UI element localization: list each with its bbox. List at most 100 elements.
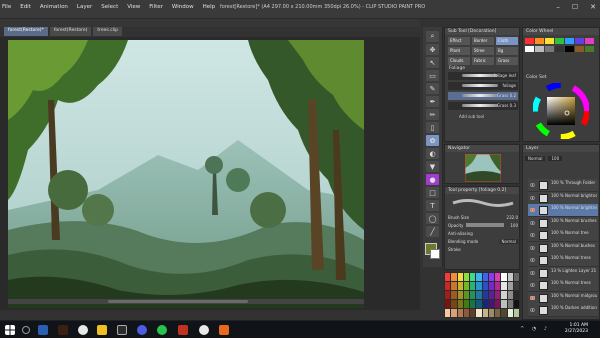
blending-mode-row[interactable]: Blending mode Normal	[445, 237, 521, 245]
balloon-tool-icon[interactable]: ◯	[426, 213, 439, 224]
illustrator-icon[interactable]	[58, 325, 68, 335]
color-swatch[interactable]	[470, 309, 476, 317]
color-swatch[interactable]	[501, 291, 507, 299]
close-button[interactable]: ✕	[590, 3, 596, 11]
task-view-icon[interactable]	[38, 325, 48, 335]
eye-icon[interactable]	[530, 233, 535, 237]
maximize-button[interactable]: ☐	[572, 3, 578, 11]
layer-row[interactable]: 13 % Lighten Layer 21	[528, 266, 598, 280]
layer-opacity-value[interactable]: 100	[548, 155, 563, 161]
selection-tool-icon[interactable]: ▭	[426, 70, 439, 81]
layer-blend-mode-select[interactable]: Normal	[525, 155, 546, 161]
brush-item[interactable]: Grass 0.3	[448, 102, 518, 110]
chrome-icon-2[interactable]	[199, 325, 209, 335]
color-swatch[interactable]	[507, 291, 513, 299]
color-swatch[interactable]	[488, 309, 494, 317]
color-swatch[interactable]	[457, 273, 463, 281]
color-swatch[interactable]	[476, 300, 482, 308]
minimize-button[interactable]: –	[556, 3, 560, 11]
color-swatch[interactable]	[470, 291, 476, 299]
color-swatch[interactable]	[451, 309, 457, 317]
color-swatch[interactable]	[457, 282, 463, 290]
menu-filter[interactable]: Filter	[149, 4, 163, 10]
gradient-tool-icon[interactable]: ●	[426, 174, 439, 185]
eye-icon[interactable]	[530, 208, 535, 212]
canvas[interactable]	[8, 40, 364, 308]
text-tool-icon[interactable]: T	[426, 200, 439, 211]
subtool-group-stree[interactable]: Stree	[472, 47, 494, 55]
clock[interactable]: 1:01 AM 2/27/2023	[565, 323, 588, 335]
blend-tool-icon[interactable]: ◐	[426, 148, 439, 159]
color-swatch[interactable]	[445, 300, 451, 308]
layer-row[interactable]: 100 % Darken additional bushes	[528, 304, 598, 317]
layer-row[interactable]: 100 % Normal trees	[528, 279, 598, 292]
brush-item[interactable]: foliage	[448, 82, 518, 90]
color-swatch[interactable]	[513, 291, 519, 299]
subtool-group-border[interactable]: Border	[472, 37, 494, 45]
color-swatch[interactable]	[495, 300, 501, 308]
eye-icon[interactable]	[530, 308, 535, 312]
layer-row[interactable]: 100 % Through Folder 1	[528, 179, 598, 192]
brush-item[interactable]: Grass 0.2	[448, 92, 518, 100]
file-explorer-icon[interactable]	[97, 325, 107, 335]
eye-icon[interactable]	[530, 245, 535, 250]
ruler-tool-icon[interactable]: ╱	[426, 226, 439, 237]
color-swatch[interactable]	[482, 273, 488, 281]
color-swatch[interactable]	[476, 309, 482, 317]
eyedropper-tool-icon[interactable]: ✎	[426, 83, 439, 94]
operation-tool-icon[interactable]: ↖	[426, 57, 439, 68]
color-swatch[interactable]	[476, 291, 482, 299]
move-tool-icon[interactable]: ✥	[426, 44, 439, 55]
color-swatch[interactable]	[513, 282, 519, 290]
brush-size-row[interactable]: Brush Size 232.0	[445, 213, 521, 221]
subtool-group-plant[interactable]: Plant	[448, 47, 470, 55]
sub-color-swatch[interactable]	[430, 249, 440, 259]
color-swatch[interactable]	[463, 291, 469, 299]
color-set-swatches[interactable]	[444, 272, 520, 318]
layer-row[interactable]: 100 % Normal tree	[528, 229, 598, 242]
opacity-slider[interactable]	[466, 223, 505, 227]
color-swatch[interactable]	[488, 300, 494, 308]
navigator-preview[interactable]	[465, 154, 501, 182]
tab-forest-restore[interactable]: forest(Restore)	[49, 27, 92, 36]
layer-row[interactable]: 100 % Normal brushes	[528, 216, 598, 230]
layer-row[interactable]: 100 % Normal midground 2	[528, 291, 598, 305]
color-swatch[interactable]	[488, 282, 494, 290]
color-swatch[interactable]	[513, 273, 519, 281]
color-swatch[interactable]	[482, 291, 488, 299]
subtool-group-fabric[interactable]: Fabric	[472, 57, 494, 65]
canvas-horizontal-scrollbar[interactable]	[8, 299, 364, 304]
color-swatch[interactable]	[482, 300, 488, 308]
color-swatch[interactable]	[501, 282, 507, 290]
blending-mode-select[interactable]: Normal	[499, 238, 518, 244]
subtool-group-effect[interactable]: Effect	[448, 37, 470, 45]
subtool-group-grass[interactable]: Grass	[496, 57, 518, 65]
color-swatch[interactable]	[507, 300, 513, 308]
color-swatch[interactable]	[495, 309, 501, 317]
system-tray[interactable]: ^ ◔ ♪	[520, 326, 550, 332]
color-swatch[interactable]	[507, 282, 513, 290]
pen-tool-icon[interactable]: ✒	[426, 96, 439, 107]
color-swatch[interactable]	[463, 273, 469, 281]
color-wheel[interactable]	[533, 83, 589, 139]
tab-forest-restore-modified[interactable]: forest(Restore)*	[4, 27, 48, 36]
menu-view[interactable]: View	[127, 4, 140, 10]
eye-icon[interactable]	[530, 258, 535, 262]
color-swatch[interactable]	[451, 273, 457, 281]
pdf-reader-icon[interactable]	[178, 325, 188, 335]
color-swatch[interactable]	[451, 282, 457, 290]
brush-size-value[interactable]: 232.0	[507, 215, 518, 220]
color-swatch[interactable]	[501, 273, 507, 281]
color-swatch[interactable]	[445, 309, 451, 317]
search-icon[interactable]	[22, 326, 30, 334]
eye-icon[interactable]	[530, 283, 535, 287]
brush-item[interactable]: foliage leaf	[448, 72, 518, 80]
color-swatch[interactable]	[488, 273, 494, 281]
color-swatch[interactable]	[507, 273, 513, 281]
menu-edit[interactable]: Edit	[20, 4, 31, 10]
eye-icon[interactable]	[530, 183, 535, 187]
color-swatch[interactable]	[507, 309, 513, 317]
add-subtool-button[interactable]: Add sub tool	[459, 114, 484, 119]
eye-icon[interactable]	[530, 220, 535, 225]
menu-file[interactable]: File	[2, 4, 11, 10]
